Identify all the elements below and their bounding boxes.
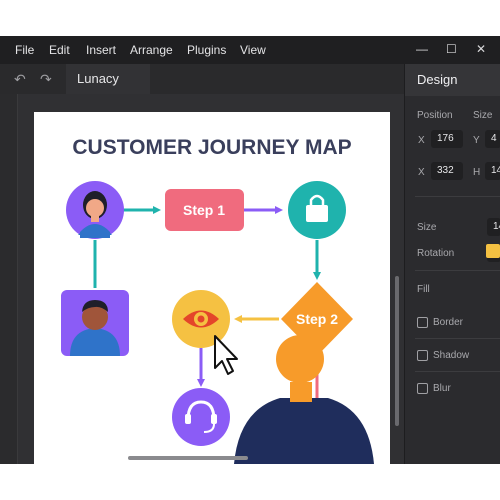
diagram-title: CUSTOMER JOURNEY MAP [72,136,351,159]
y-axis-label: Y [473,135,480,146]
divider [415,196,500,197]
app-window: File Edit Insert Arrange Plugins View — … [0,36,500,464]
menu-file[interactable]: File [15,43,34,57]
cursor-icon [214,335,238,375]
close-icon[interactable]: ✕ [476,42,486,56]
rotation-label: Rotation [417,248,455,259]
blur-label: Blur [433,383,451,394]
step2-label: Step 2 [296,311,338,327]
menu-edit[interactable]: Edit [49,43,70,57]
x-axis-label: X [418,135,425,146]
tab-design[interactable]: Design [405,64,500,96]
divider [415,371,500,372]
bottom-margin [0,464,500,500]
fill-color-swatch[interactable] [486,244,500,258]
x2-axis-label: X [418,167,425,178]
document-tab[interactable]: Lunacy [66,64,150,94]
design-panel: Design Position Size X 176 Y 4 X 332 H 1… [404,64,500,464]
size-field[interactable]: 14 [487,218,500,236]
position-label: Position [417,110,453,121]
menu-insert[interactable]: Insert [86,43,116,57]
fill-label: Fill [417,284,430,295]
menu-view[interactable]: View [240,43,266,57]
width-field[interactable]: 332 [431,162,463,180]
journey-map-diagram: CUSTOMER JOURNEY MAP Step 1 Step 2 [61,136,374,464]
height-field[interactable]: 14 [485,162,500,180]
vertical-scrollbar[interactable] [395,276,399,426]
artboard[interactable]: CUSTOMER JOURNEY MAP Step 1 Step 2 [34,112,390,464]
toolbar: ↶ ↷ Lunacy [0,64,404,94]
shadow-label: Shadow [433,350,470,361]
presenter-figure [234,335,374,464]
menu-arrange[interactable]: Arrange [130,43,173,57]
horizontal-scrollbar[interactable] [128,456,248,460]
size-label-top: Size [473,110,493,121]
menubar: File Edit Insert Arrange Plugins View — … [0,36,500,64]
menu-plugins[interactable]: Plugins [187,43,226,57]
support-node [172,388,230,446]
border-label: Border [433,317,464,328]
vertical-ruler [0,94,18,464]
undo-icon[interactable]: ↶ [14,71,26,88]
divider [415,270,500,271]
x-position-field[interactable]: 176 [431,130,463,148]
shadow-checkbox[interactable] [417,350,428,361]
redo-icon[interactable]: ↷ [40,71,52,88]
divider [415,338,500,339]
y-position-field[interactable]: 4 [485,130,500,148]
minimize-icon[interactable]: — [416,42,428,56]
blur-checkbox[interactable] [417,383,428,394]
step1-label: Step 1 [183,202,225,218]
h-axis-label: H [473,167,481,178]
maximize-icon[interactable]: ☐ [446,42,457,56]
size-label: Size [417,222,437,233]
border-checkbox[interactable] [417,317,428,328]
